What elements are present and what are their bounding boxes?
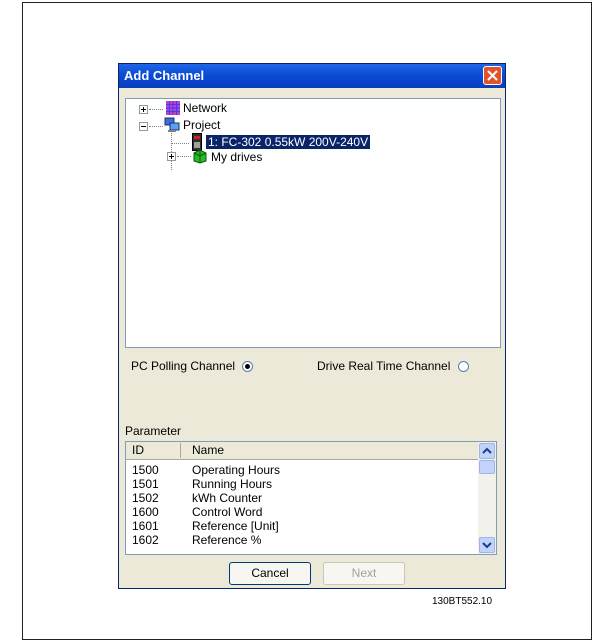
dialog-title: Add Channel <box>124 68 205 83</box>
title-bar[interactable]: Add Channel <box>119 64 505 88</box>
expand-network-icon[interactable] <box>139 105 148 114</box>
column-header-name[interactable]: Name <box>192 443 224 457</box>
param-name: Operating Hours <box>192 463 281 477</box>
parameter-list-scrollbar[interactable] <box>478 442 496 554</box>
drive-realtime-radio[interactable] <box>457 361 469 373</box>
tree-node-label: Network <box>183 101 228 115</box>
pc-polling-radio[interactable] <box>242 361 254 373</box>
tree-node-fc302[interactable]: 1: FC-302 0.55kW 200V-240V <box>206 135 371 151</box>
param-name: Reference [Unit] <box>192 519 279 533</box>
tree-node-label: Project <box>183 118 221 132</box>
param-id: 1502 <box>132 491 159 505</box>
tree-node-project[interactable]: Project <box>183 118 220 134</box>
tree-node-my-drives[interactable]: My drives <box>211 150 262 166</box>
tree-node-label: My drives <box>211 150 263 164</box>
tree-node-network[interactable]: Network <box>183 101 227 117</box>
close-button[interactable] <box>483 66 502 85</box>
collapse-project-icon[interactable] <box>139 122 148 131</box>
scroll-down-button[interactable] <box>479 537 495 553</box>
parameter-label: Parameter <box>125 424 182 438</box>
tree-node-label-selected: 1: FC-302 0.55kW 200V-240V <box>206 135 371 149</box>
project-computer-icon <box>164 117 180 132</box>
param-id: 1501 <box>132 477 159 491</box>
close-icon <box>487 70 498 81</box>
parameter-list[interactable]: ID Name 1500 Operating Hours 1501 Runnin… <box>125 441 497 555</box>
cancel-button[interactable]: Cancel <box>229 562 311 585</box>
chevron-down-icon <box>482 542 492 549</box>
param-id: 1500 <box>132 463 159 477</box>
expand-my-drives-icon[interactable] <box>167 152 176 161</box>
scroll-thumb[interactable] <box>479 460 495 474</box>
my-drives-icon <box>193 149 207 164</box>
parameter-list-header: ID Name <box>126 442 478 460</box>
param-name: Control Word <box>192 505 263 519</box>
column-header-id[interactable]: ID <box>132 443 144 457</box>
param-name: Reference % <box>192 533 262 547</box>
scroll-up-button[interactable] <box>479 443 495 459</box>
next-button[interactable]: Next <box>323 562 405 585</box>
add-channel-dialog: Add Channel Network Project 1: FC-302 0.… <box>118 63 506 589</box>
figure-code: 130BT552.10 <box>432 596 493 607</box>
network-grid-icon <box>166 101 180 115</box>
chevron-up-icon <box>482 447 492 454</box>
param-id: 1600 <box>132 505 159 519</box>
drive-realtime-label: Drive Real Time Channel <box>317 359 451 373</box>
param-name: Running Hours <box>192 477 273 491</box>
param-name: kWh Counter <box>192 491 263 505</box>
pc-polling-label: PC Polling Channel <box>131 359 236 373</box>
pc-polling-channel-option[interactable]: PC Polling Channel <box>131 359 254 373</box>
project-tree[interactable]: Network Project 1: FC-302 0.55kW 200V-24… <box>125 98 501 348</box>
param-id: 1601 <box>132 519 159 533</box>
drive-realtime-channel-option[interactable]: Drive Real Time Channel <box>317 359 469 373</box>
param-id: 1602 <box>132 533 159 547</box>
